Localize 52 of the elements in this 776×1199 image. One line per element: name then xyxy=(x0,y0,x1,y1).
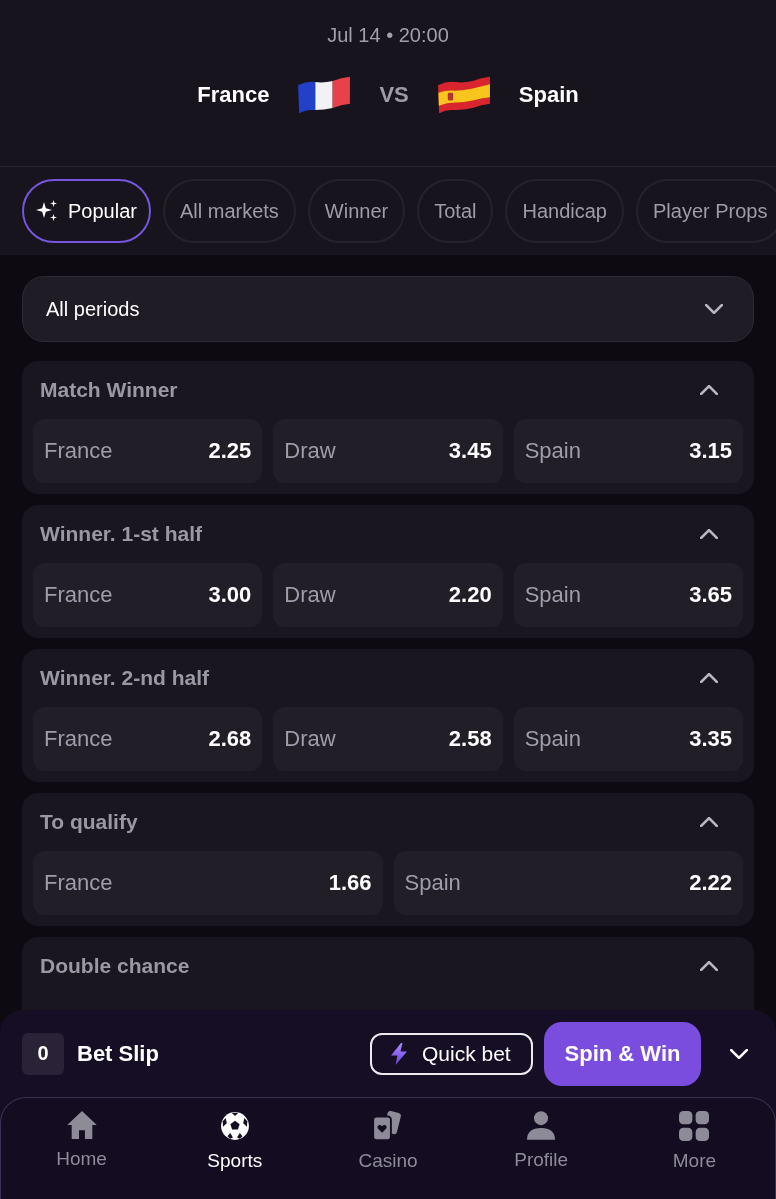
odds-button[interactable]: France 1.66 xyxy=(33,851,383,915)
nav-tab[interactable]: Sports xyxy=(207,1111,263,1172)
odds-button[interactable]: Spain 3.15 xyxy=(513,419,743,483)
grid-icon xyxy=(679,1111,710,1141)
quick-bet-button[interactable]: Quick bet xyxy=(370,1032,533,1075)
team-name: France xyxy=(197,82,270,108)
odds-button[interactable]: France 2.25 xyxy=(33,419,263,483)
team-name: Spain xyxy=(518,82,579,108)
odds-button[interactable]: Draw 3.45 xyxy=(273,419,503,483)
odds-button[interactable]: Draw 2.20 xyxy=(273,563,503,627)
lightning-icon xyxy=(390,1042,408,1065)
market-tab[interactable]: Popular xyxy=(22,179,151,243)
odds-button[interactable]: Spain 3.65 xyxy=(513,563,743,627)
odds-button[interactable]: Spain 3.35 xyxy=(513,707,743,771)
market-tab[interactable]: All markets xyxy=(162,179,296,243)
sparkle-icon xyxy=(36,200,58,222)
bet-slip-title: Bet Slip xyxy=(77,1040,159,1067)
market-tab[interactable]: Total xyxy=(417,179,494,243)
nav-tab[interactable]: More xyxy=(672,1111,717,1172)
playing-cards-icon xyxy=(373,1111,403,1141)
market-title: Winner. 1-st half xyxy=(40,522,202,546)
chevron-up-icon[interactable] xyxy=(700,817,718,827)
chevron-down-icon xyxy=(705,304,723,314)
market-title: Match Winner xyxy=(40,378,178,402)
market-tab[interactable]: Winner xyxy=(307,179,406,243)
market-title: To qualify xyxy=(40,810,138,834)
bet-count-badge: 0 xyxy=(22,1032,64,1075)
chevron-up-icon[interactable] xyxy=(700,529,718,539)
person-icon xyxy=(527,1111,556,1140)
nav-tab[interactable]: Home xyxy=(56,1111,107,1170)
odds-button[interactable]: Spain 2.22 xyxy=(393,851,743,915)
odds-button[interactable]: France 3.00 xyxy=(33,563,263,627)
home-icon xyxy=(66,1111,97,1139)
market-tab[interactable]: Player Props xyxy=(635,179,776,243)
nav-tab[interactable]: Profile xyxy=(514,1111,569,1171)
spin-and-win-button[interactable]: Spin & Win xyxy=(544,1021,701,1086)
soccer-ball-icon xyxy=(219,1111,250,1141)
nav-tab[interactable]: Casino xyxy=(358,1111,418,1172)
chevron-up-icon[interactable] xyxy=(700,673,718,683)
chevron-down-icon[interactable] xyxy=(730,1048,748,1059)
france-flag-icon xyxy=(297,75,352,115)
odds-button[interactable]: Draw 2.58 xyxy=(273,707,503,771)
chevron-up-icon[interactable] xyxy=(700,385,718,395)
market-title: Winner. 2-nd half xyxy=(40,666,209,690)
odds-button[interactable]: France 2.68 xyxy=(33,707,263,771)
market-title: Double chance xyxy=(40,954,190,978)
match-date: Jul 14 • 20:00 xyxy=(327,23,449,48)
spain-flag-icon xyxy=(436,75,491,115)
chevron-up-icon[interactable] xyxy=(700,961,718,971)
versus-label: VS xyxy=(379,82,409,108)
period-dropdown[interactable]: All periods xyxy=(22,276,754,342)
market-tab[interactable]: Handicap xyxy=(505,179,624,243)
